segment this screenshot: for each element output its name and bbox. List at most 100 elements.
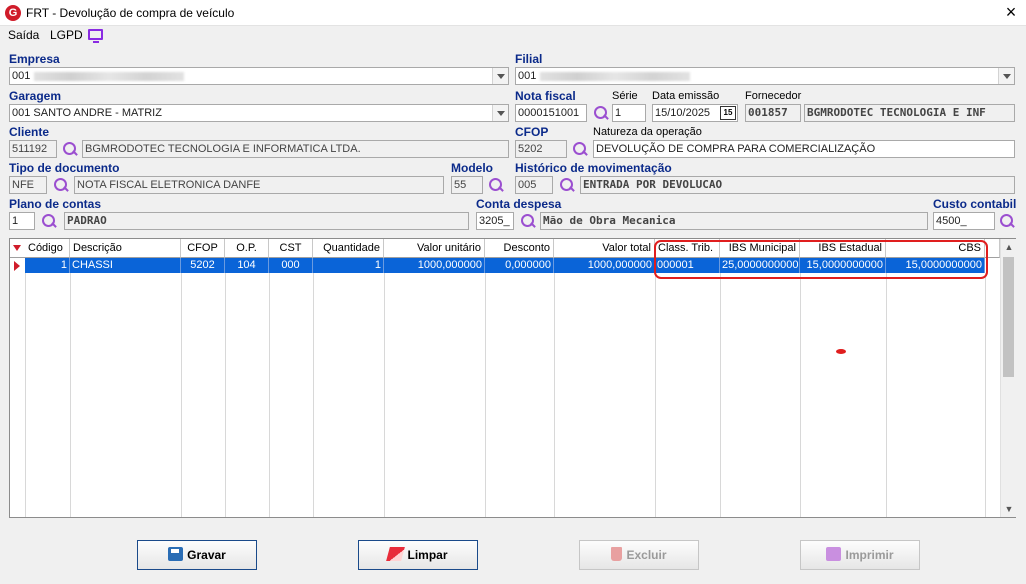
calendar-icon[interactable]: 15 — [720, 106, 736, 120]
conta-despesa-name: Mão de Obra Mecanica — [540, 212, 928, 230]
cell-cfop[interactable]: 5202 — [181, 258, 225, 273]
search-icon[interactable] — [41, 213, 57, 229]
cfop-input[interactable]: 5202 — [515, 140, 567, 158]
cell-valor-unitario[interactable]: 1000,000000 — [384, 258, 485, 273]
search-icon[interactable] — [62, 141, 78, 157]
fornecedor-name: BGMRODOTEC TECNOLOGIA E INF — [804, 104, 1015, 122]
cell-valor-total[interactable]: 1000,000000 — [554, 258, 655, 273]
save-icon — [168, 547, 184, 561]
items-grid[interactable]: Código Descrição CFOP O.P. CST Quantidad… — [9, 238, 1016, 518]
app-logo-icon: G — [5, 5, 21, 21]
row-pointer-icon[interactable] — [10, 258, 24, 273]
garagem-label: Garagem — [9, 89, 62, 103]
plano-contas-code[interactable]: 1 — [9, 212, 35, 230]
excluir-button[interactable]: Excluir — [579, 540, 699, 570]
cfop-label: CFOP — [515, 125, 549, 139]
custo-contabil-label: Custo contabil — [933, 197, 1017, 211]
menu-item-lgpd[interactable]: LGPD — [50, 28, 83, 42]
modelo-label: Modelo — [451, 161, 493, 175]
sort-desc-icon[interactable] — [13, 245, 21, 251]
data-emissao-label: Data emissão — [652, 90, 720, 102]
modelo-input[interactable]: 55 — [451, 176, 483, 194]
printer-icon — [826, 547, 842, 561]
conta-despesa-label: Conta despesa — [476, 197, 562, 211]
grid-col-line — [655, 273, 656, 517]
plano-contas-name: PADRAO — [64, 212, 469, 230]
conta-despesa-code[interactable]: 3205_ — [476, 212, 514, 230]
plano-contas-label: Plano de contas — [9, 197, 102, 211]
menu-item-saida[interactable]: Saída — [8, 28, 39, 42]
cliente-code-input[interactable]: 511192 — [9, 140, 57, 158]
search-icon[interactable] — [53, 177, 69, 193]
grid-header-cfop[interactable]: CFOP — [181, 239, 225, 258]
filial-select[interactable]: 001 — [515, 67, 1015, 85]
search-icon[interactable] — [593, 105, 609, 121]
grid-col-line — [720, 273, 721, 517]
custo-contabil-input[interactable]: 4500_ — [933, 212, 995, 230]
grid-col-line — [384, 273, 385, 517]
natureza-input[interactable]: DEVOLUÇÃO DE COMPRA PARA COMERCIALIZAÇÃO — [593, 140, 1015, 158]
grid-col-line — [181, 273, 182, 517]
scroll-thumb[interactable] — [1003, 257, 1014, 377]
cell-desconto[interactable]: 0,000000 — [485, 258, 554, 273]
search-icon[interactable] — [559, 177, 575, 193]
cell-op[interactable]: 104 — [225, 258, 269, 273]
scroll-down-icon[interactable]: ▼ — [1001, 501, 1017, 517]
cell-codigo[interactable]: 1 — [25, 258, 70, 273]
nota-fiscal-label: Nota fiscal — [515, 89, 576, 103]
cell-descricao[interactable]: CHASSI — [70, 258, 181, 273]
menu-bar — [0, 26, 1026, 48]
grid-header-desconto[interactable]: Desconto — [485, 239, 554, 258]
search-icon[interactable] — [999, 213, 1015, 229]
grid-header-valor-total[interactable]: Valor total — [554, 239, 655, 258]
chevron-down-icon[interactable] — [492, 68, 508, 84]
grid-col-line — [985, 273, 986, 517]
monitor-icon[interactable] — [88, 29, 103, 43]
filial-label: Filial — [515, 52, 543, 66]
nota-fiscal-input[interactable]: 0000151001 — [515, 104, 587, 122]
tipo-documento-name: NOTA FISCAL ELETRONICA DANFE — [74, 176, 444, 194]
vertical-scrollbar[interactable]: ▲ ▼ — [1000, 239, 1016, 517]
historico-code[interactable]: 005 — [515, 176, 553, 194]
scroll-up-icon[interactable]: ▲ — [1001, 239, 1017, 255]
grid-header-codigo[interactable]: Código — [25, 239, 70, 258]
grid-col-line — [485, 273, 486, 517]
tipo-documento-label: Tipo de documento — [9, 161, 120, 175]
grid-col-line — [886, 273, 887, 517]
imprimir-button[interactable]: Imprimir — [800, 540, 920, 570]
natureza-label: Natureza da operação — [593, 126, 702, 138]
grid-header-valor-unitario[interactable]: Valor unitário — [384, 239, 485, 258]
tipo-documento-code[interactable]: NFE — [9, 176, 47, 194]
gravar-button[interactable]: Gravar — [137, 540, 257, 570]
cliente-label: Cliente — [9, 125, 50, 139]
chevron-down-icon[interactable] — [492, 105, 508, 121]
grid-col-line — [70, 273, 71, 517]
chevron-down-icon[interactable] — [998, 68, 1014, 84]
grid-header-cst[interactable]: CST — [269, 239, 313, 258]
grid-col-line — [554, 273, 555, 517]
grid-col-line — [800, 273, 801, 517]
grid-col-line — [25, 273, 26, 517]
annotation-dot — [836, 349, 846, 354]
grid-header-op[interactable]: O.P. — [225, 239, 269, 258]
search-icon[interactable] — [572, 141, 588, 157]
empresa-label: Empresa — [9, 52, 60, 66]
redacted-text — [540, 71, 691, 81]
serie-input[interactable]: 1 — [612, 104, 646, 122]
close-icon[interactable]: × — [1001, 2, 1021, 22]
cell-cst[interactable]: 000 — [269, 258, 313, 273]
serie-label: Série — [612, 90, 638, 102]
redacted-text — [34, 71, 185, 81]
grid-col-line — [225, 273, 226, 517]
grid-header-descricao[interactable]: Descrição — [70, 239, 181, 258]
garagem-select[interactable]: 001 SANTO ANDRE - MATRIZ — [9, 104, 509, 122]
grid-header-quantidade[interactable]: Quantidade — [313, 239, 384, 258]
empresa-select[interactable]: 001 — [9, 67, 509, 85]
cell-quantidade[interactable]: 1 — [313, 258, 384, 273]
fornecedor-label: Fornecedor — [745, 90, 802, 102]
search-icon[interactable] — [488, 177, 504, 193]
historico-label: Histórico de movimentação — [515, 161, 672, 175]
limpar-button[interactable]: Limpar — [358, 540, 478, 570]
trash-icon — [611, 547, 623, 561]
search-icon[interactable] — [520, 213, 536, 229]
